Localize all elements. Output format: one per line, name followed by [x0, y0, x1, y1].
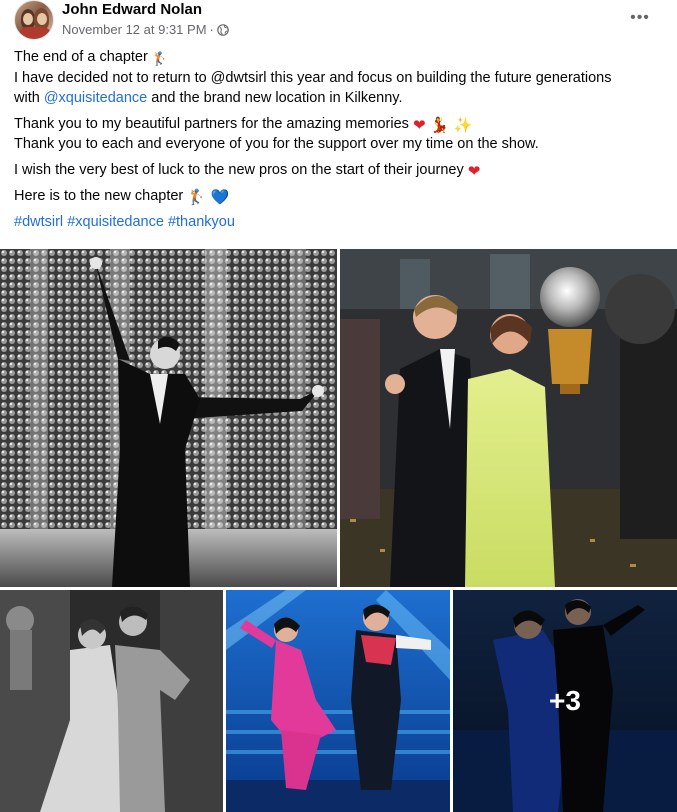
more-options-button[interactable]: ••• [623, 4, 657, 32]
mention-link-xquisitedance[interactable]: @xquisitedance [44, 90, 147, 106]
blue-dress-dance-photo[interactable]: +3 [453, 590, 677, 812]
more-options-icon: ••• [630, 9, 650, 26]
paragraph-2: Thank you to my beautiful partners for t… [14, 114, 664, 154]
text-line: The end of a chapter [14, 49, 148, 65]
text-line: I have decided not to return to @dwtsirl… [14, 70, 612, 86]
author-avatar[interactable] [14, 0, 54, 40]
meta-separator: · [209, 22, 214, 37]
trophy-celebration-photo[interactable] [340, 249, 677, 587]
globe-icon [217, 24, 229, 36]
hashtag-link-thankyou[interactable]: #thankyou [168, 214, 235, 230]
golfer-blue-heart-emoji-icon: 🏌 💙 [187, 188, 230, 206]
paragraph-1: The end of a chapter 🏌 I have decided no… [14, 47, 664, 108]
more-photos-count: +3 [549, 685, 581, 716]
more-photos-overlay[interactable]: +3 [453, 590, 677, 812]
text-line: I wish the very best of luck to the new … [14, 162, 464, 178]
hashtags: #dwtsirl #xquisitedance #thankyou [14, 212, 664, 232]
text-line: Here is to the new chapter [14, 188, 184, 204]
author-name[interactable]: John Edward Nolan [62, 1, 202, 19]
text-line: Thank you to each and everyone of you fo… [14, 136, 539, 152]
paragraph-4: Here is to the new chapter 🏌 💙 [14, 186, 664, 206]
post-text: The end of a chapter 🏌 I have decided no… [14, 47, 664, 238]
paragraph-3: I wish the very best of luck to the new … [14, 160, 664, 180]
pink-dress-dance-photo[interactable] [226, 590, 450, 812]
post-timestamp[interactable]: November 12 at 9:31 PM [62, 22, 207, 38]
heart-dancer-sparkles-emoji-icon: ❤ 💃 ✨ [412, 116, 473, 134]
black-and-white-dance-pose-photo[interactable] [0, 249, 337, 587]
hashtag-link-dwtsirl[interactable]: #dwtsirl [14, 214, 63, 230]
post-meta: November 12 at 9:31 PM · [62, 22, 229, 38]
black-and-white-couple-photo[interactable] [0, 590, 223, 812]
hashtag-link-xquisitedance[interactable]: #xquisitedance [67, 214, 164, 230]
photo-gallery: +3 [0, 249, 677, 812]
text-line: with [14, 90, 40, 106]
post-header: John Edward Nolan November 12 at 9:31 PM… [0, 0, 677, 44]
text-line: Thank you to my beautiful partners for t… [14, 116, 409, 132]
red-heart-emoji-icon: ❤ [467, 162, 481, 180]
text-line: and the brand new location in Kilkenny. [151, 90, 403, 106]
golfer-emoji-icon: 🏌 [151, 52, 169, 67]
